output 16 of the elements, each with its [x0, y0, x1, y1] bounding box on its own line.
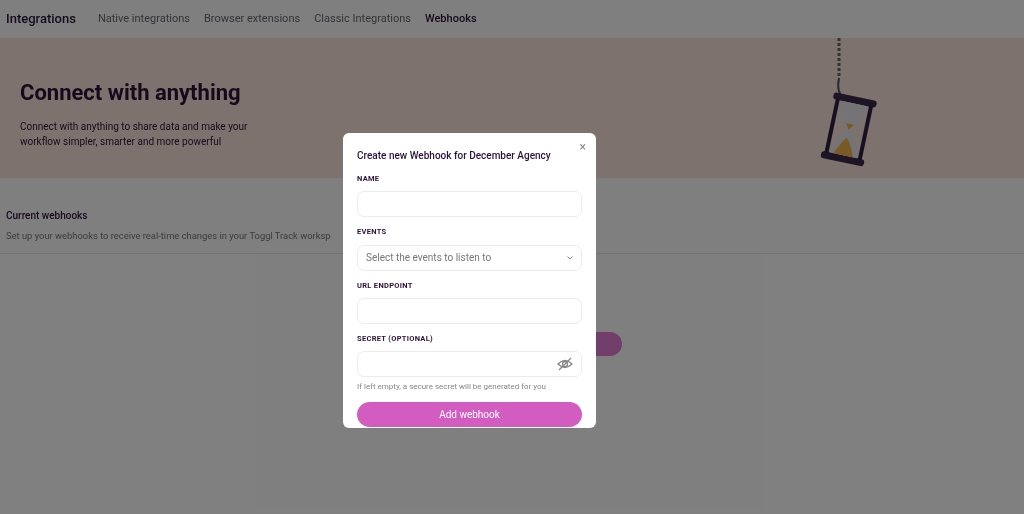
- section-title: Current webhooks: [6, 209, 89, 223]
- tab[interactable]: Native integrations: [97, 10, 190, 28]
- close-button[interactable]: ×: [579, 138, 586, 156]
- chevron-down-icon: [567, 255, 573, 260]
- events-select[interactable]: Select the events to listen to: [357, 244, 582, 271]
- hint-text: If left empty, a secure secret will be generated for you: [357, 381, 547, 393]
- hero-title: Connect with anything: [20, 79, 242, 107]
- hero-text: Connect with anything to share data and make your workflow simpler, smarter and more powerful: [20, 120, 249, 149]
- add-webhook-button[interactable]: Add webhook: [357, 402, 582, 427]
- tab[interactable]: Webhooks: [424, 10, 477, 28]
- page-title: Integrations: [6, 10, 76, 29]
- tab[interactable]: Classic Integrations: [314, 10, 411, 28]
- tab[interactable]: Browser extensions: [204, 10, 301, 28]
- input-field[interactable]: [357, 351, 582, 377]
- eye-off-icon[interactable]: [557, 357, 573, 371]
- dialog-title: Create new Webhook for December Agency: [357, 149, 552, 163]
